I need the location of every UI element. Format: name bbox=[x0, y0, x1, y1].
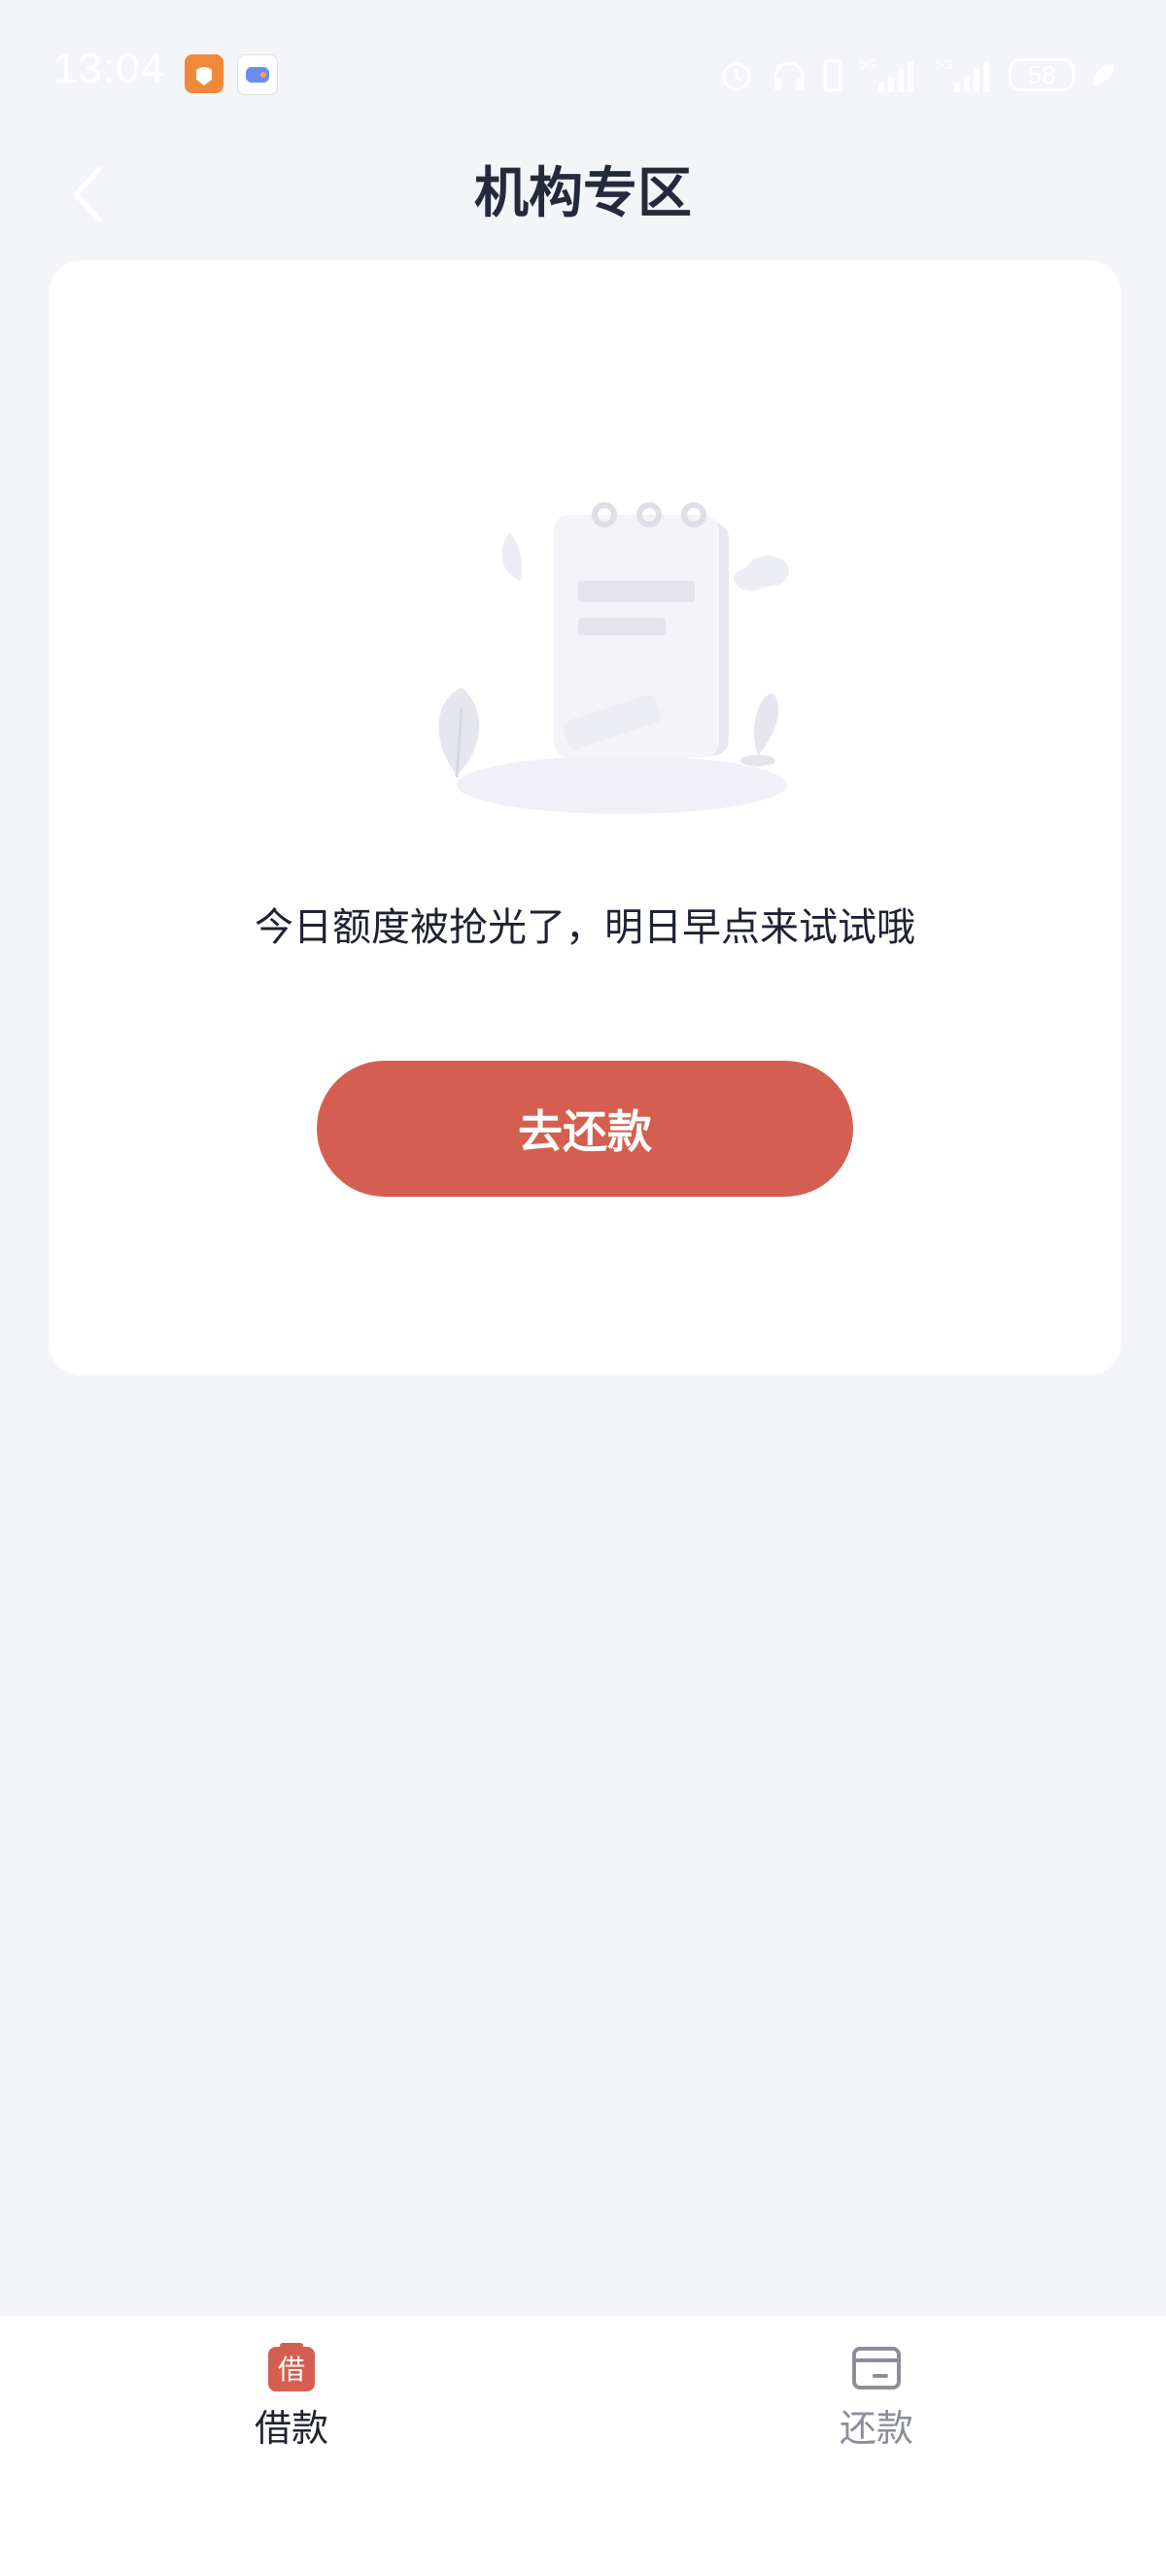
svg-text:5G: 5G bbox=[859, 56, 877, 72]
go-repay-button[interactable]: 去还款 bbox=[317, 1061, 853, 1197]
alarm-icon bbox=[722, 62, 751, 91]
battery-icon: 58 bbox=[1009, 58, 1075, 91]
status-bar: 13:04 5G 5G 58 bbox=[0, 0, 1166, 146]
game-icon bbox=[237, 54, 278, 95]
status-time: 13:04 bbox=[53, 45, 166, 92]
status-indicators: 5G 5G 58 bbox=[717, 51, 1117, 99]
battery-saver-icon bbox=[823, 59, 842, 92]
tab-borrow[interactable]: 借 借款 bbox=[194, 2343, 389, 2479]
tab-repay-label: 还款 bbox=[839, 2407, 913, 2450]
empty-message: 今日额度被抢光了，明日早点来试试哦 bbox=[255, 905, 915, 950]
tab-borrow-label: 借款 bbox=[254, 2407, 328, 2450]
empty-notebook-illustration bbox=[418, 493, 806, 824]
page-title: 机构专区 bbox=[474, 162, 692, 225]
tab-repay[interactable]: 还款 bbox=[779, 2343, 974, 2479]
content-card: 今日额度被抢光了，明日早点来试试哦 去还款 bbox=[49, 260, 1121, 1375]
bottom-tab-bar: 借 借款 还款 bbox=[0, 2316, 1166, 2576]
headphones-icon bbox=[773, 61, 805, 90]
borrow-icon-glyph: 借 bbox=[278, 2354, 305, 2386]
leaf-icon bbox=[1092, 64, 1114, 85]
signal-5g-icon: 5G bbox=[859, 56, 913, 92]
app-notification-icon bbox=[185, 54, 223, 93]
card-icon bbox=[851, 2343, 902, 2393]
nav-header: 机构专区 bbox=[0, 146, 1166, 243]
signal-5g-icon: 5G bbox=[935, 56, 989, 92]
svg-text:5G: 5G bbox=[935, 56, 953, 72]
borrow-icon: 借 bbox=[266, 2343, 317, 2393]
battery-level: 58 bbox=[1027, 59, 1056, 89]
